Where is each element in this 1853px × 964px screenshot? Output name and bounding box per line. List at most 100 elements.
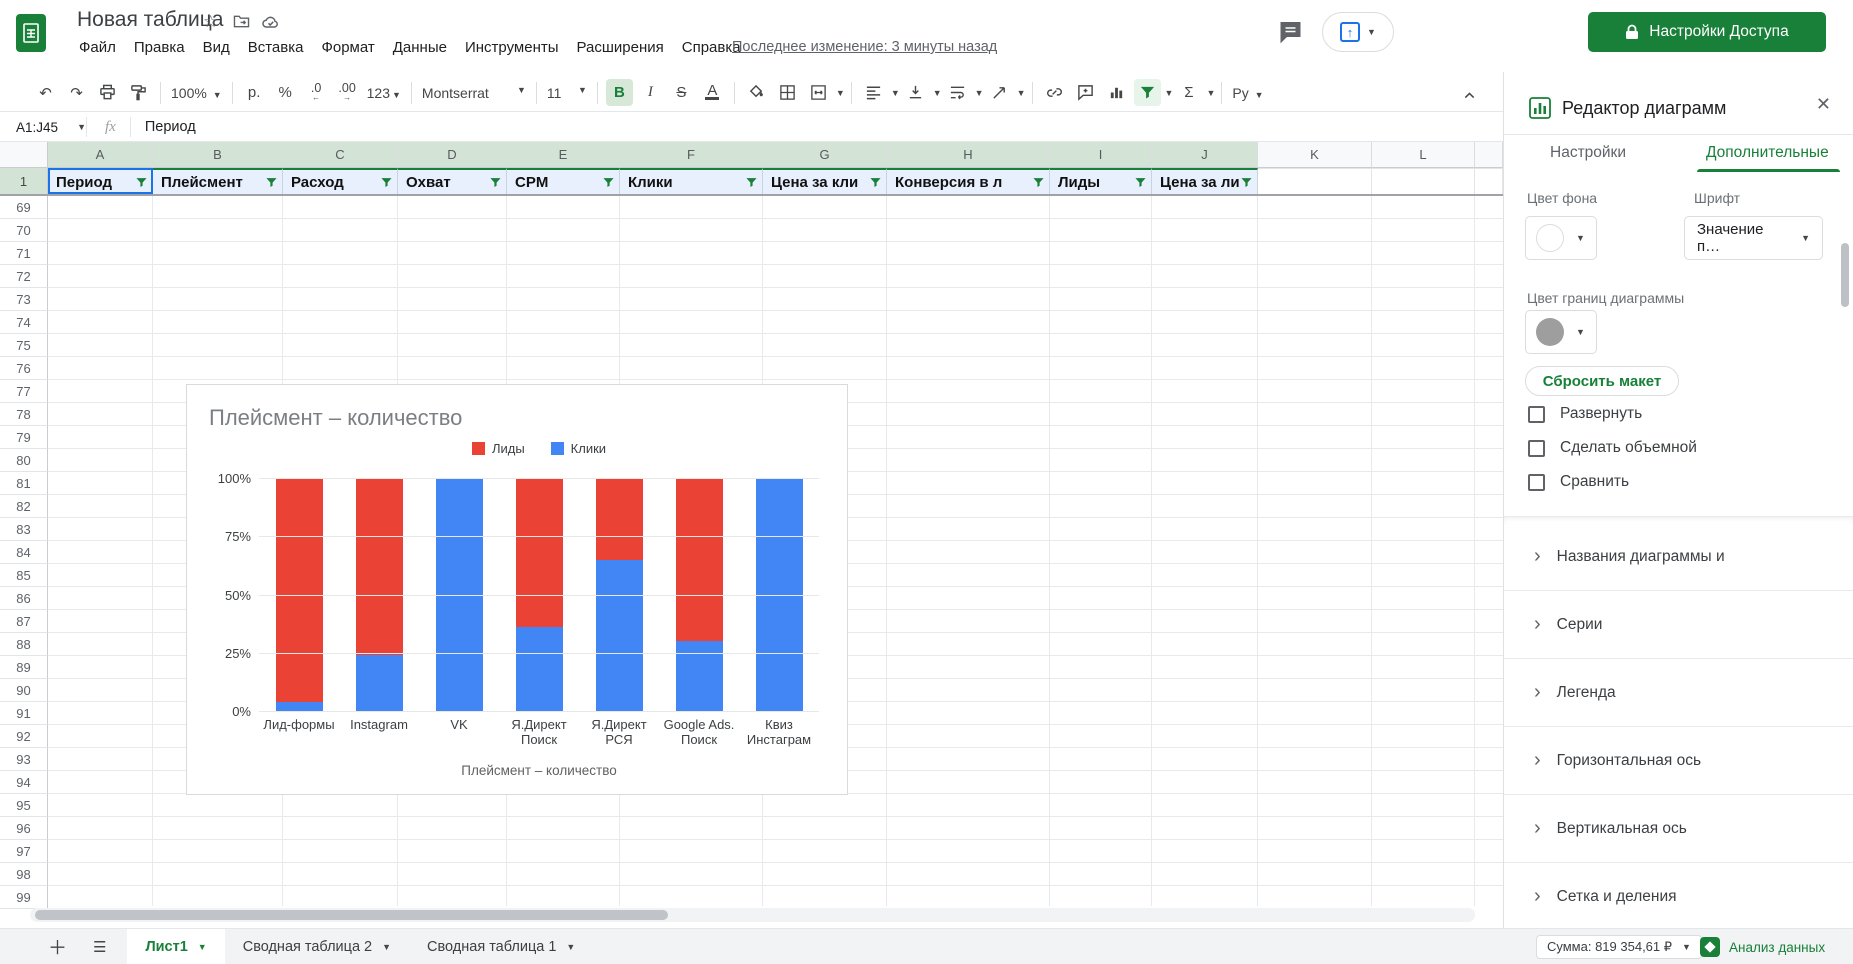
row-header-80[interactable]: 80 [0,449,48,472]
row-header-88[interactable]: 88 [0,633,48,656]
horizontal-align-caret-icon[interactable]: ▼ [891,88,900,98]
text-wrap-button[interactable] [944,79,971,106]
present-caret-icon[interactable]: ▼ [1367,27,1376,37]
print-button[interactable] [94,79,121,106]
formula-input[interactable]: Период [145,119,196,135]
increase-decimal-button[interactable]: .00→ [334,79,361,106]
font-dropdown[interactable]: Значение п… ▼ [1684,216,1823,260]
column-header-H[interactable]: H [887,142,1050,168]
row-header-89[interactable]: 89 [0,656,48,679]
redo-button[interactable]: ↷ [63,79,90,106]
row-header-87[interactable]: 87 [0,610,48,633]
text-rotation-caret-icon[interactable]: ▼ [1017,88,1026,98]
row-header-96[interactable]: 96 [0,817,48,840]
row-header-99[interactable]: 99 [0,886,48,909]
column-header-L[interactable]: L [1372,142,1475,168]
row-header-93[interactable]: 93 [0,748,48,771]
column-header-F[interactable]: F [620,142,763,168]
row-header-86[interactable]: 86 [0,587,48,610]
name-box[interactable]: A1:J45▼ [0,120,86,135]
add-sheet-button[interactable]: ＋ [48,933,67,960]
filter-header-cell-B[interactable]: Плейсмент [153,168,283,194]
row-header-94[interactable]: 94 [0,771,48,794]
menu-item-Инструменты[interactable]: Инструменты [456,37,568,58]
filter-icon[interactable] [135,176,148,189]
collapse-toolbar-button[interactable] [1456,82,1483,109]
sheet-tab-Лист1[interactable]: Лист1▼ [127,929,224,964]
row-header-83[interactable]: 83 [0,518,48,541]
row-header-74[interactable]: 74 [0,311,48,334]
row-header-92[interactable]: 92 [0,725,48,748]
column-header-C[interactable]: C [283,142,398,168]
merge-caret-icon[interactable]: ▼ [836,88,845,98]
move-folder-icon[interactable] [233,14,250,29]
bold-button[interactable]: B [606,79,633,106]
filter-icon[interactable] [489,176,502,189]
filter-header-cell-D[interactable]: Охват [398,168,507,194]
column-header-I[interactable]: I [1050,142,1152,168]
horizontal-scrollbar-thumb[interactable] [35,910,668,920]
checkbox-row-Сравнить[interactable]: Сравнить [1528,470,1629,494]
menu-item-Вставка[interactable]: Вставка [239,37,313,58]
column-header-D[interactable]: D [398,142,507,168]
panel-scrollbar-thumb[interactable] [1841,243,1849,307]
zoom-select[interactable]: 100% ▼ [167,85,226,101]
horizontal-scrollbar[interactable] [30,908,1475,922]
sheets-logo-icon[interactable] [16,14,46,52]
all-sheets-button[interactable]: ☰ [93,938,105,956]
vertical-align-button[interactable] [902,79,929,106]
menu-item-Вид[interactable]: Вид [194,37,239,58]
row-header-82[interactable]: 82 [0,495,48,518]
menu-item-Файл[interactable]: Файл [70,37,125,58]
reset-layout-button[interactable]: Сбросить макет [1525,366,1679,396]
explore-button[interactable]: Анализ данных [1700,933,1825,961]
checkbox[interactable] [1528,406,1545,423]
undo-button[interactable]: ↶ [32,79,59,106]
document-title[interactable]: Новая таблица [77,8,224,32]
row-header-1[interactable]: 1 [0,168,48,194]
text-wrap-caret-icon[interactable]: ▼ [975,88,984,98]
column-header-G[interactable]: G [763,142,887,168]
filter-icon[interactable] [380,176,393,189]
row-header-90[interactable]: 90 [0,679,48,702]
font-select[interactable]: Montserrat▼ [418,85,530,101]
currency-format-button[interactable]: р. [241,79,268,106]
horizontal-align-button[interactable] [860,79,887,106]
filter-icon[interactable] [869,176,882,189]
menu-item-Формат[interactable]: Формат [312,37,383,58]
row-header-70[interactable]: 70 [0,219,48,242]
row-header-81[interactable]: 81 [0,472,48,495]
insert-comment-button[interactable] [1072,79,1099,106]
filter-icon[interactable] [265,176,278,189]
row-header-77[interactable]: 77 [0,380,48,403]
filter-icon[interactable] [1134,176,1147,189]
section-Серии[interactable]: ›Серии [1504,591,1853,659]
text-color-button[interactable]: A [699,79,726,106]
section-Вертикальная ось[interactable]: ›Вертикальная ось [1504,795,1853,863]
filter-header-cell-I[interactable]: Лиды [1050,168,1152,194]
comments-icon[interactable] [1278,20,1303,44]
percent-format-button[interactable]: % [272,79,299,106]
sheet-tab-caret-icon[interactable]: ▼ [198,942,207,952]
filter-header-cell-J[interactable]: Цена за ли [1152,168,1258,194]
text-rotation-button[interactable] [986,79,1013,106]
column-header-J[interactable]: J [1152,142,1258,168]
decrease-decimal-button[interactable]: .0← [303,79,330,106]
row-header-85[interactable]: 85 [0,564,48,587]
italic-button[interactable]: I [637,79,664,106]
paint-format-button[interactable] [125,79,152,106]
row-header-79[interactable]: 79 [0,426,48,449]
row-header-71[interactable]: 71 [0,242,48,265]
insert-link-button[interactable] [1041,79,1068,106]
row-header-72[interactable]: 72 [0,265,48,288]
sheet-tab-Сводная таблица 1[interactable]: Сводная таблица 1▼ [409,929,593,964]
filter-button[interactable] [1134,79,1161,106]
filter-icon[interactable] [1032,176,1045,189]
filter-icon[interactable] [745,176,758,189]
menu-item-Правка[interactable]: Правка [125,37,194,58]
filter-icon[interactable] [602,176,615,189]
sheet-tab-caret-icon[interactable]: ▼ [382,942,391,952]
borders-button[interactable] [774,79,801,106]
font-size-select[interactable]: 11▼ [543,85,591,101]
filter-header-cell-F[interactable]: Клики [620,168,763,194]
